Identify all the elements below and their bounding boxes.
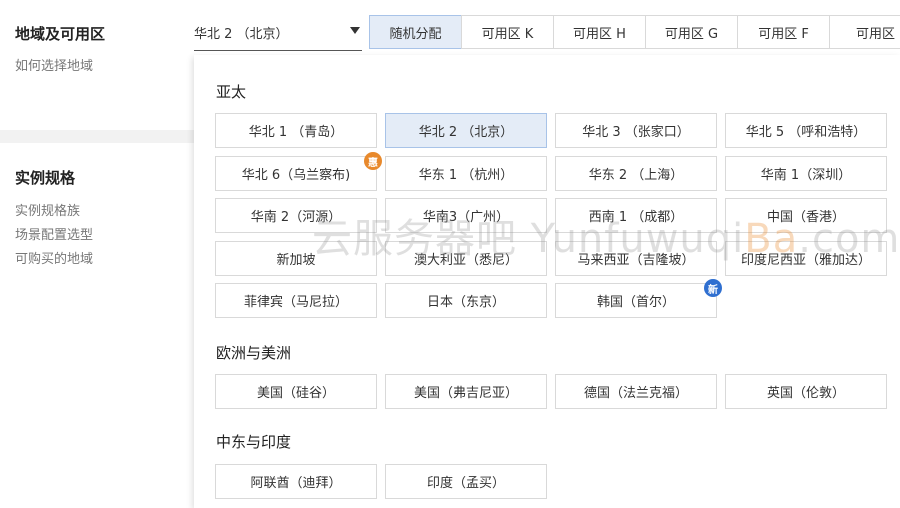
region-option-label: 澳大利亚（悉尼） — [413, 253, 518, 268]
region-section-title: 地域及可用区 — [15, 25, 106, 43]
zone-tab[interactable]: 可用区 — [829, 15, 900, 49]
caret-down-icon — [350, 27, 360, 34]
spec-section-title: 实例规格 — [15, 169, 76, 187]
zone-tab[interactable]: 可用区 H — [553, 15, 646, 49]
region-option-label: 中国（香港） — [766, 210, 845, 225]
region-option[interactable]: 华南3（广州） — [385, 198, 547, 233]
scenario-config-link[interactable]: 场景配置选型 — [15, 224, 93, 243]
region-option[interactable]: 印度尼西亚（雅加达） — [725, 241, 887, 276]
region-option-label: 英国（伦敦） — [766, 386, 845, 401]
region-option-label: 华东 2 （上海） — [588, 168, 684, 183]
region-option[interactable]: 英国（伦敦） — [725, 374, 887, 409]
region-option-label: 西南 1 （成都） — [588, 210, 684, 225]
region-option[interactable]: 美国（弗吉尼亚） — [385, 374, 547, 409]
region-option[interactable]: 德国（法兰克福） — [555, 374, 717, 409]
region-option-label: 韩国（首尔） — [596, 295, 675, 310]
region-option[interactable]: 华北 1 （青岛） — [215, 113, 377, 148]
region-option[interactable]: 菲律宾（马尼拉） — [215, 283, 377, 318]
purchasable-regions-link[interactable]: 可购买的地域 — [15, 248, 93, 267]
region-option[interactable]: 华南 2（河源） — [215, 198, 377, 233]
region-option-label: 美国（弗吉尼亚） — [413, 386, 518, 401]
region-option-label: 美国（硅谷） — [256, 386, 335, 401]
region-option[interactable]: 华北 3 （张家口） — [555, 113, 717, 148]
zone-tab[interactable]: 随机分配 — [369, 15, 462, 49]
spec-family-link[interactable]: 实例规格族 — [15, 200, 80, 219]
region-option-label: 华东 1 （杭州） — [418, 168, 514, 183]
region-option-label: 日本（东京） — [426, 295, 505, 310]
region-help-link[interactable]: 如何选择地域 — [15, 55, 93, 74]
region-option-label: 德国（法兰克福） — [583, 386, 688, 401]
region-option[interactable]: 美国（硅谷） — [215, 374, 377, 409]
region-option-label: 华南3（广州） — [422, 210, 510, 225]
region-option[interactable]: 华南 1（深圳） — [725, 156, 887, 191]
zone-tabs: 随机分配 可用区 K 可用区 H 可用区 G 可用区 F 可用区 — [369, 15, 900, 49]
region-option[interactable]: 阿联酋（迪拜） — [215, 464, 377, 499]
region-option-label: 印度（孟买） — [426, 476, 505, 491]
discount-badge: 惠 — [364, 152, 382, 170]
region-option-label: 新加坡 — [276, 253, 316, 268]
region-option[interactable]: 澳大利亚（悉尼） — [385, 241, 547, 276]
region-option-label: 华北 2 （北京） — [418, 125, 514, 140]
region-option[interactable]: 中国（香港） — [725, 198, 887, 233]
region-option-label: 华南 2（河源） — [250, 210, 342, 225]
region-option-label: 马来西亚（吉隆坡） — [577, 253, 695, 268]
region-group-title: 亚太 — [216, 83, 247, 101]
region-option[interactable]: 西南 1 （成都） — [555, 198, 717, 233]
region-option[interactable]: 韩国（首尔） 新 — [555, 279, 722, 318]
region-option[interactable]: 日本（东京） — [385, 283, 547, 318]
region-option-label: 华北 3 （张家口） — [582, 125, 690, 140]
region-option-label: 印度尼西亚（雅加达） — [740, 253, 871, 268]
region-option[interactable]: 华北 6（乌兰察布) 惠 — [215, 152, 382, 191]
region-dropdown: 亚太华北 1 （青岛） 华北 2 （北京） 华北 3 （张家口） 华北 5 （呼和浩特… — [194, 55, 900, 508]
region-select[interactable]: 华北 2 （北京） — [194, 15, 362, 51]
region-option-label: 华北 1 （青岛） — [248, 125, 344, 140]
region-group-title: 中东与印度 — [216, 433, 292, 451]
region-option[interactable]: 新加坡 — [215, 241, 377, 276]
new-badge: 新 — [704, 279, 722, 297]
spec-section-card: 实例规格 实例规格族 场景配置选型 可购买的地域 — [0, 143, 195, 508]
region-option[interactable]: 华北 5 （呼和浩特） — [725, 113, 887, 148]
zone-tab[interactable]: 可用区 K — [461, 15, 554, 49]
region-option-label: 菲律宾（马尼拉） — [243, 295, 348, 310]
region-select-value: 华北 2 （北京） — [194, 27, 289, 42]
region-option-label: 华南 1（深圳） — [760, 168, 852, 183]
region-option[interactable]: 华北 2 （北京） — [385, 113, 547, 148]
region-option[interactable]: 华东 1 （杭州） — [385, 156, 547, 191]
zone-tab[interactable]: 可用区 F — [737, 15, 830, 49]
region-option-label: 阿联酋（迪拜） — [250, 476, 342, 491]
region-section-card: 地域及可用区 如何选择地域 — [0, 0, 195, 130]
region-group-title: 欧洲与美洲 — [216, 344, 292, 362]
region-option-label: 华北 5 （呼和浩特） — [745, 125, 867, 140]
region-option[interactable]: 印度（孟买） — [385, 464, 547, 499]
region-option[interactable]: 马来西亚（吉隆坡） — [555, 241, 717, 276]
region-option[interactable]: 华东 2 （上海） — [555, 156, 717, 191]
zone-tab[interactable]: 可用区 G — [645, 15, 738, 49]
region-option-label: 华北 6（乌兰察布) — [241, 168, 351, 183]
